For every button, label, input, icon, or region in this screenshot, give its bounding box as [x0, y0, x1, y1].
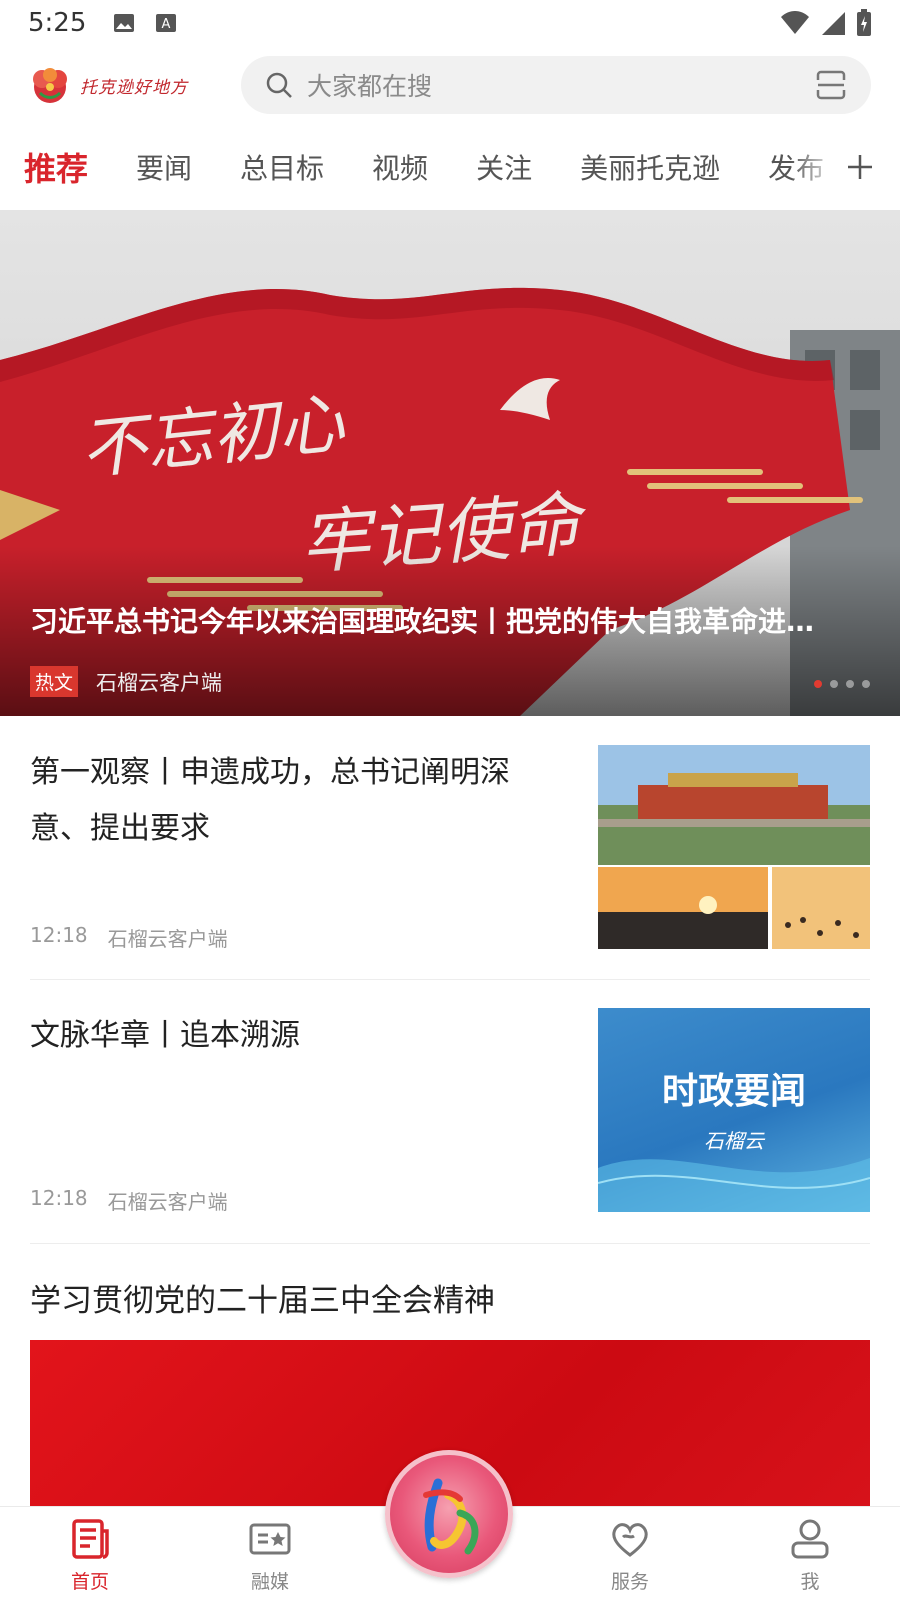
- news-source: 石榴云客户端: [107, 927, 228, 951]
- search-icon: [266, 72, 292, 98]
- carousel-dot: [830, 680, 838, 688]
- nav-label: 服务: [610, 1571, 649, 1593]
- app-logo[interactable]: 托克逊好地方: [28, 55, 213, 115]
- status-bar: 5:25 A: [0, 0, 900, 46]
- nav-media[interactable]: 融媒: [220, 1517, 320, 1594]
- news-thumbnail[interactable]: 时政要闻 石榴云: [598, 1008, 870, 1212]
- political-news-card-image: 时政要闻 石榴云: [598, 1070, 870, 1212]
- svg-text:A: A: [162, 17, 171, 32]
- tab-video[interactable]: 视频: [372, 147, 428, 187]
- news-meta: 12:18 石榴云客户端: [30, 1186, 228, 1215]
- heart-icon: [612, 1523, 648, 1557]
- forbidden-city-collage-image: [598, 745, 870, 949]
- brand-name: 托克逊好地方: [80, 77, 188, 98]
- gallery-icon: [114, 14, 135, 32]
- battery-icon: [857, 9, 871, 36]
- hot-badge: 热文: [30, 666, 79, 697]
- nav-home[interactable]: 首页: [40, 1517, 140, 1594]
- nav-service[interactable]: 服务: [580, 1517, 680, 1594]
- nav-label: 融媒: [250, 1571, 289, 1593]
- tab-goal[interactable]: 总目标: [240, 147, 324, 187]
- add-channel-button[interactable]: [790, 132, 900, 202]
- media-icon: [249, 1523, 291, 1555]
- news-meta: 12:18 石榴云客户端: [30, 923, 228, 952]
- divider: [30, 1243, 870, 1244]
- center-feature-button[interactable]: [385, 1450, 513, 1578]
- carousel-dot: [814, 680, 822, 688]
- carousel-dot: [862, 680, 870, 688]
- carousel-dot: [846, 680, 854, 688]
- section-title[interactable]: 学习贯彻党的二十届三中全会精神: [30, 1275, 495, 1320]
- hero-title[interactable]: 习近平总书记今年以来治国理政纪实丨把党的伟大自我革命进…: [30, 600, 870, 640]
- carousel-indicator: [814, 680, 870, 688]
- search-bar[interactable]: 大家都在搜: [241, 56, 871, 114]
- pomegranate-logo-icon: [33, 68, 67, 103]
- keyboard-a-icon: A: [156, 14, 177, 32]
- hero-meta: 热文 石榴云客户端: [30, 666, 222, 697]
- user-icon: [791, 1519, 829, 1559]
- nav-label: 首页: [70, 1571, 109, 1593]
- news-source: 石榴云客户端: [107, 1190, 228, 1214]
- tab-follow[interactable]: 关注: [476, 147, 532, 187]
- thumb-title: 时政要闻: [662, 1070, 806, 1112]
- wifi-icon: [781, 11, 809, 34]
- nav-label: 我: [800, 1571, 820, 1593]
- nav-me[interactable]: 我: [760, 1517, 860, 1594]
- news-time: 12:18: [30, 1186, 88, 1210]
- news-headline[interactable]: 第一观察丨申遗成功，总书记阐明深意、提出要求: [30, 745, 550, 857]
- festival-logo-icon: [423, 1478, 479, 1555]
- app-header: 托克逊好地方 大家都在搜: [0, 52, 900, 118]
- news-icon: [72, 1519, 109, 1559]
- status-time: 5:25: [28, 8, 87, 38]
- search-placeholder: 大家都在搜: [307, 72, 433, 101]
- hero-source: 石榴云客户端: [96, 670, 223, 695]
- scan-icon[interactable]: [815, 69, 847, 101]
- tab-news[interactable]: 要闻: [136, 147, 192, 187]
- news-thumbnail[interactable]: [598, 745, 870, 949]
- signal-icon: [822, 12, 845, 35]
- tab-recommend[interactable]: 推荐: [24, 144, 88, 190]
- channel-tabs: 推荐 要闻 总目标 视频 关注 美丽托克逊 发布: [0, 132, 900, 202]
- tab-beautiful-toksun[interactable]: 美丽托克逊: [580, 147, 720, 187]
- list-item[interactable]: 第一观察丨申遗成功，总书记阐明深意、提出要求 12:18 石榴云客户端: [30, 745, 870, 955]
- news-headline[interactable]: 文脉华章丨追本溯源: [30, 1008, 550, 1064]
- list-item[interactable]: 文脉华章丨追本溯源 12:18 石榴云客户端 时政要闻 石榴云: [30, 1008, 870, 1218]
- news-time: 12:18: [30, 923, 88, 947]
- thumb-subtitle: 石榴云: [704, 1129, 766, 1153]
- hero-banner[interactable]: 不忘初心 牢记使命 习近平总书记今年以来治国理政纪实丨把党的伟大自我革命进… 热…: [0, 210, 900, 716]
- divider: [30, 979, 870, 980]
- plus-icon: [848, 155, 872, 179]
